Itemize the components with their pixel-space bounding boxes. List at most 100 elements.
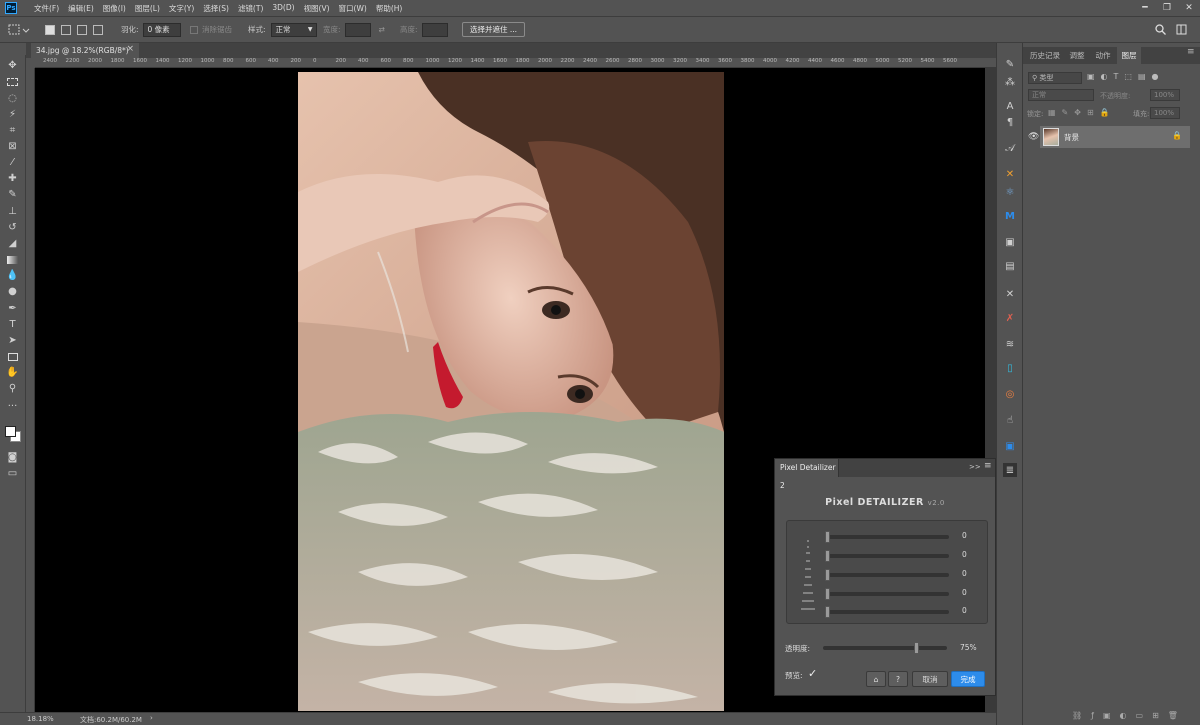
blend-mode-select[interactable]: 正常 (1028, 89, 1094, 101)
plugin-image-icon[interactable]: ▤ (1003, 259, 1017, 273)
intersect-selection-icon[interactable] (93, 24, 103, 35)
style-select[interactable]: 正常 ▼ (270, 22, 317, 37)
plugin-cross-icon[interactable]: ✕ (1003, 287, 1017, 301)
eyedropper-tool-icon[interactable]: ⁄ (5, 156, 20, 169)
history-brush-icon[interactable]: ↺ (5, 221, 20, 234)
brushes-icon[interactable]: ⁂ (1003, 75, 1017, 89)
height-input[interactable] (421, 22, 448, 37)
detail-slider-2[interactable] (825, 550, 949, 562)
status-menu-arrow[interactable]: › (150, 714, 153, 722)
slider-handle[interactable] (825, 531, 830, 543)
opacity-slider[interactable] (823, 642, 947, 654)
pixel-detailizer-icon[interactable]: ≣ (1003, 463, 1017, 477)
layer-row[interactable]: 背景 🔒 (1040, 126, 1190, 148)
restore-button[interactable]: ❐ (1156, 0, 1178, 16)
detail-slider-4[interactable] (825, 588, 949, 600)
slider-handle[interactable] (825, 550, 830, 562)
visibility-eye-icon[interactable]: 👁 (1028, 132, 1039, 142)
plugin-wave-icon[interactable]: ≋ (1003, 337, 1017, 351)
cancel-button[interactable]: 取消 (912, 671, 948, 687)
rect-marquee-tool-icon[interactable] (5, 75, 20, 88)
lasso-tool-icon[interactable]: ◌ (5, 92, 20, 105)
hand-tool-icon[interactable]: ✋ (5, 366, 20, 379)
preview-checkbox[interactable]: ✓ (808, 667, 817, 680)
tab-adjustments[interactable]: 调整 (1065, 47, 1089, 64)
plugin-panel-icon[interactable]: ▣ (1003, 235, 1017, 249)
plugin-teal-icon[interactable]: ▯ (1003, 361, 1017, 375)
add-selection-icon[interactable] (61, 24, 71, 35)
feather-input[interactable]: 0 像素 (142, 22, 181, 37)
subtract-selection-icon[interactable] (77, 24, 87, 35)
lock-icons[interactable]: ▦✎✥⊞🔒 (1048, 108, 1116, 117)
frame-tool-icon[interactable]: ⊠ (5, 140, 20, 153)
home-button[interactable]: ⌂ (866, 671, 886, 687)
foreground-color-swatch[interactable] (5, 426, 16, 437)
slider-handle[interactable] (825, 588, 830, 600)
dodge-tool-icon[interactable]: ● (5, 285, 20, 298)
screen-mode-icon[interactable]: ▭ (5, 467, 20, 480)
menu-type[interactable]: 文字(Y) (169, 3, 194, 14)
plugin-orange-icon[interactable]: ◎ (1003, 387, 1017, 401)
slider-handle[interactable] (914, 642, 919, 654)
glyphs-icon[interactable]: 𝒜 (1003, 141, 1017, 155)
zoom-level[interactable]: 18.18% (27, 715, 54, 723)
blur-tool-icon[interactable]: 💧 (5, 269, 20, 282)
tab-history[interactable]: 历史记录 (1026, 47, 1064, 64)
zoom-tool-icon[interactable]: ⚲ (5, 382, 20, 395)
detail-slider-5[interactable] (825, 606, 949, 618)
more-tools-icon[interactable]: ··· (5, 400, 20, 413)
menu-layer[interactable]: 图层(L) (135, 3, 160, 14)
panel-menu-icon[interactable]: ≡ (1187, 47, 1195, 57)
antialias-checkbox[interactable] (190, 25, 198, 34)
layer-filter-icons[interactable]: ▣◐T⬚▤● (1087, 72, 1165, 81)
crop-tool-icon[interactable]: ⌗ (5, 124, 20, 137)
menu-window[interactable]: 窗口(W) (339, 3, 367, 14)
brush-settings-icon[interactable]: ✎ (1003, 57, 1017, 71)
rectangle-tool-icon[interactable] (5, 350, 20, 363)
path-selection-icon[interactable]: ➤ (5, 334, 20, 347)
detail-slider-1[interactable] (825, 531, 949, 543)
type-tool-icon[interactable]: T (5, 318, 20, 331)
detail-slider-3[interactable] (825, 569, 949, 581)
swap-icon[interactable]: ⇄ (379, 25, 385, 34)
menu-3d[interactable]: 3D(D) (272, 3, 294, 14)
healing-brush-icon[interactable]: ✚ (5, 172, 20, 185)
minimize-button[interactable]: ━ (1134, 0, 1156, 16)
clone-stamp-icon[interactable]: ⊥ (5, 205, 20, 218)
plugin-red-icon[interactable]: ✗ (1003, 311, 1017, 325)
paragraph-icon[interactable]: ¶ (1003, 115, 1017, 129)
slider-handle[interactable] (825, 606, 830, 618)
plugin-blue-icon[interactable]: ▣ (1003, 439, 1017, 453)
marquee-tool-preset[interactable] (8, 17, 30, 42)
plugin-hand-icon[interactable]: ☝ (1003, 413, 1017, 427)
new-selection-icon[interactable] (45, 24, 55, 35)
fill-input[interactable]: 100% (1150, 107, 1180, 119)
ok-button[interactable]: 完成 (951, 671, 985, 687)
search-icon[interactable] (1155, 24, 1166, 35)
collapse-panel-icon[interactable]: >> (969, 463, 981, 471)
menu-view[interactable]: 视图(V) (304, 3, 330, 14)
pen-tool-icon[interactable]: ✒ (5, 302, 20, 315)
move-tool-icon[interactable]: ✥ (5, 59, 20, 72)
panel-menu-icon[interactable]: ≡ (984, 461, 992, 471)
select-and-mask-button[interactable]: 选择并遮住 ... (462, 22, 526, 37)
plugin-atom-icon[interactable]: ⚛ (1003, 185, 1017, 199)
menu-image[interactable]: 图像(I) (103, 3, 126, 14)
close-tab-icon[interactable]: × (126, 44, 134, 54)
layer-kind-filter[interactable]: ⚲ 类型 (1028, 72, 1082, 84)
menu-file[interactable]: 文件(F) (34, 3, 59, 14)
close-window-button[interactable]: ✕ (1178, 0, 1200, 16)
tab-layers[interactable]: 图层 (1117, 47, 1141, 64)
slider-handle[interactable] (825, 569, 830, 581)
eraser-tool-icon[interactable]: ◢ (5, 237, 20, 250)
plugin-tab[interactable]: Pixel Detailizer 2 (775, 459, 839, 490)
layers-bottom-toolbar[interactable]: ⛓ƒ▣◐▭⊞🗑 (1072, 711, 1187, 720)
plugin-tools-icon[interactable]: ✕ (1003, 167, 1017, 181)
opacity-input[interactable]: 100% (1150, 89, 1180, 101)
character-icon[interactable]: A (1003, 99, 1017, 113)
menu-filter[interactable]: 滤镜(T) (238, 3, 263, 14)
brush-tool-icon[interactable]: ✎ (5, 188, 20, 201)
width-input[interactable] (344, 22, 371, 37)
color-swatches[interactable] (4, 422, 22, 446)
magic-wand-tool-icon[interactable]: ⚡ (5, 108, 20, 121)
